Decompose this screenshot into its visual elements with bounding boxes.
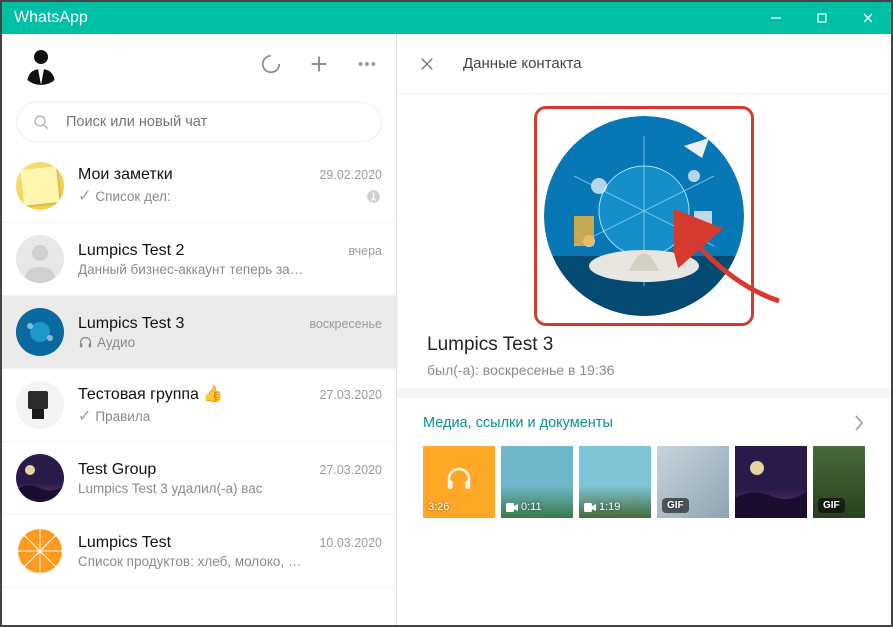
- media-thumb-video[interactable]: 0:11: [501, 446, 573, 518]
- chat-time: вчера: [349, 244, 382, 258]
- sidebar: Мои заметки 29.02.2020 ✓ Список дел: Lump…: [2, 34, 397, 625]
- chat-time: воскресенье: [309, 317, 382, 331]
- media-thumbnails: 3:26 0:11 1:19 GIF: [423, 446, 865, 518]
- minimize-button[interactable]: [753, 2, 799, 34]
- chat-preview: Данный бизнес-аккаунт теперь за…: [78, 262, 303, 277]
- media-thumb-video[interactable]: 1:19: [579, 446, 651, 518]
- chat-time: 27.03.2020: [319, 463, 382, 477]
- search-input[interactable]: [66, 114, 365, 130]
- close-panel-button[interactable]: [419, 56, 435, 72]
- status-icon[interactable]: [260, 53, 282, 75]
- chat-item[interactable]: Lumpics Test 2 вчера Данный бизнес-аккаун…: [2, 223, 396, 296]
- contact-profile: Lumpics Test 3 был(-а): воскресенье в 19…: [397, 94, 891, 388]
- window-controls: [753, 2, 891, 34]
- chat-name: Lumpics Test: [78, 534, 171, 552]
- chat-time: 27.03.2020: [319, 388, 382, 402]
- chat-preview: Список дел:: [95, 189, 170, 204]
- chat-name: Lumpics Test 2: [78, 242, 184, 260]
- media-thumb-audio[interactable]: 3:26: [423, 446, 495, 518]
- headphones-icon: [444, 464, 474, 494]
- my-avatar[interactable]: [20, 43, 62, 85]
- chat-list[interactable]: Мои заметки 29.02.2020 ✓ Список дел: Lump…: [2, 150, 396, 625]
- check-icon: ✓: [78, 406, 91, 426]
- chat-item[interactable]: Тестовая группа 👍 27.03.2020 ✓ Правила: [2, 369, 396, 442]
- chat-name: Test Group: [78, 461, 156, 479]
- maximize-button[interactable]: [799, 2, 845, 34]
- menu-icon[interactable]: [356, 53, 378, 75]
- chat-preview: Список продуктов: хлеб, молоко, …: [78, 554, 301, 569]
- search-icon: [33, 114, 50, 131]
- app-window: WhatsApp: [0, 0, 893, 627]
- chevron-right-icon: [853, 414, 865, 432]
- contact-panel-title: Данные контакта: [463, 55, 582, 72]
- chat-name: Мои заметки: [78, 166, 173, 184]
- contact-last-seen: был(-а): воскресенье в 19:36: [427, 362, 614, 378]
- titlebar: WhatsApp: [2, 2, 891, 34]
- close-button[interactable]: [845, 2, 891, 34]
- media-section-title: Медиа, ссылки и документы: [423, 415, 613, 431]
- chat-preview: Lumpics Test 3 удалил(-а) вас: [78, 481, 263, 496]
- contact-panel: Данные контакта: [397, 34, 891, 625]
- chat-item[interactable]: Мои заметки 29.02.2020 ✓ Список дел:: [2, 150, 396, 223]
- headphones-icon: [78, 335, 93, 350]
- chat-time: 29.02.2020: [319, 168, 382, 182]
- contact-avatar[interactable]: [544, 116, 744, 316]
- chat-preview: Аудио: [97, 335, 135, 350]
- media-thumb-image[interactable]: [735, 446, 807, 518]
- media-thumb-gif[interactable]: GIF: [657, 446, 729, 518]
- search-box[interactable]: [16, 102, 382, 142]
- chat-name: Тестовая группа 👍: [78, 384, 223, 404]
- media-section-header[interactable]: Медиа, ссылки и документы: [423, 414, 865, 432]
- media-section: Медиа, ссылки и документы 3:26 0:11 1:19: [397, 388, 891, 536]
- sidebar-header: [2, 34, 396, 94]
- check-icon: ✓: [78, 186, 91, 206]
- chat-item[interactable]: Test Group 27.03.2020 Lumpics Test 3 удал…: [2, 442, 396, 515]
- pin-icon: [365, 188, 382, 205]
- new-chat-icon[interactable]: [308, 53, 330, 75]
- contact-name: Lumpics Test 3: [427, 334, 553, 356]
- search-wrap: [2, 94, 396, 150]
- media-thumb-gif[interactable]: GIF: [813, 446, 865, 518]
- chat-item[interactable]: Lumpics Test 3 воскресенье Аудио: [2, 296, 396, 369]
- chat-preview: Правила: [95, 409, 150, 424]
- chat-item[interactable]: Lumpics Test 10.03.2020 Список продуктов:…: [2, 515, 396, 588]
- window-title: WhatsApp: [14, 9, 88, 27]
- chat-time: 10.03.2020: [319, 536, 382, 550]
- contact-panel-header: Данные контакта: [397, 34, 891, 94]
- chat-name: Lumpics Test 3: [78, 315, 184, 333]
